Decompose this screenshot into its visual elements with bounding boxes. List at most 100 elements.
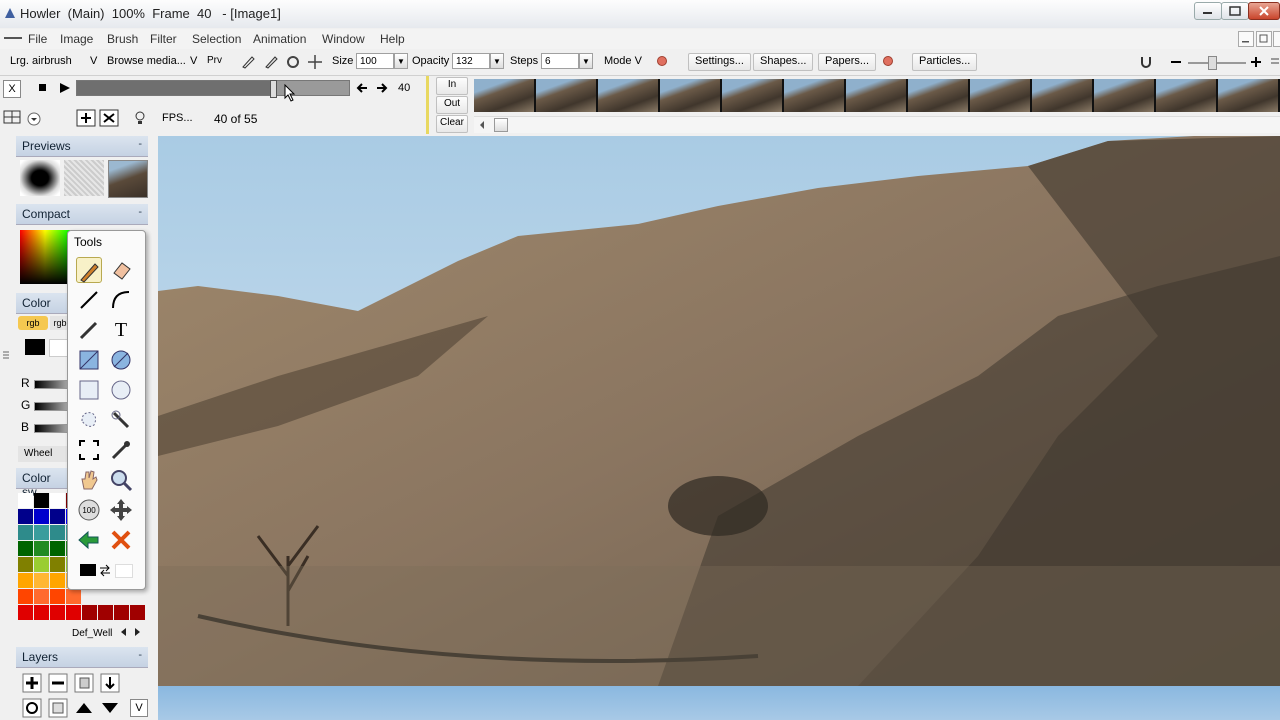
color-swatch[interactable] (34, 557, 49, 572)
color-swatch[interactable] (50, 557, 65, 572)
mdi-restore-button[interactable] (1256, 31, 1272, 47)
preview-button[interactable]: Prv (207, 55, 222, 66)
color-swatch[interactable] (50, 589, 65, 604)
scroll-thumb[interactable] (494, 118, 508, 132)
lasso-tool-icon[interactable] (76, 407, 102, 433)
film-frame[interactable] (1218, 79, 1280, 112)
size-field[interactable]: 100 (356, 53, 394, 69)
opacity-field[interactable]: 132 (452, 53, 490, 69)
curve-tool-icon[interactable] (108, 287, 134, 313)
zoom-out-icon[interactable] (1170, 54, 1182, 70)
steps-field[interactable]: 6 (541, 53, 579, 69)
color-swatch[interactable] (18, 557, 33, 572)
scroll-left-icon[interactable] (478, 120, 486, 130)
previews-collapse[interactable]: - (138, 138, 142, 150)
move-icon[interactable] (307, 54, 323, 70)
filmstrip-scrollbar[interactable] (474, 116, 1280, 133)
pencil-icon[interactable] (240, 54, 256, 70)
film-frame[interactable] (970, 79, 1032, 112)
eyedropper-tool-icon[interactable] (108, 437, 134, 463)
layers-header[interactable]: Layers - (16, 647, 148, 668)
color-header[interactable]: Color (16, 293, 68, 314)
reset-icon[interactable] (657, 56, 667, 66)
frame-slider-thumb[interactable] (269, 80, 277, 98)
minimize-button[interactable] (1194, 2, 1222, 20)
film-frame[interactable] (1094, 79, 1156, 112)
shapes-button[interactable]: Shapes... (753, 53, 814, 71)
undo-tool-icon[interactable] (76, 527, 102, 553)
menu-image[interactable]: Image (60, 32, 93, 46)
film-frame[interactable] (1156, 79, 1218, 112)
close-animation-button[interactable]: X (3, 80, 21, 98)
close-button[interactable] (1248, 2, 1280, 20)
eraser-tool-icon[interactable] (108, 257, 134, 283)
menu-animation[interactable]: Animation (253, 32, 306, 46)
swap-colors-icon[interactable] (98, 563, 112, 577)
frame-slider[interactable] (76, 80, 350, 98)
layer-down-icon[interactable] (100, 698, 120, 718)
color-swatch[interactable] (50, 493, 65, 508)
color-swatch[interactable] (34, 589, 49, 604)
rotate-layer-icon[interactable] (22, 698, 42, 718)
film-frame[interactable] (908, 79, 970, 112)
maximize-button[interactable] (1221, 2, 1249, 20)
film-frame[interactable] (598, 79, 660, 112)
color-swatches-header[interactable]: Color sw (16, 468, 68, 499)
size-dropdown[interactable]: ▼ (394, 53, 408, 69)
prev-frame-icon[interactable] (356, 82, 368, 94)
fps-button[interactable]: FPS... (162, 112, 193, 124)
compact-header[interactable]: Compact - (16, 204, 148, 225)
menu-filter[interactable]: Filter (150, 32, 177, 46)
color-swatch[interactable] (18, 509, 33, 524)
color-swatch[interactable] (98, 605, 113, 620)
zoom-slider[interactable] (1188, 62, 1246, 64)
film-frame[interactable] (660, 79, 722, 112)
ellipse-fill-tool-icon[interactable] (108, 347, 134, 373)
dropdown-circle-icon[interactable] (27, 112, 41, 126)
mdi-close-button[interactable] (1273, 31, 1280, 47)
magnet-icon[interactable] (1138, 54, 1154, 70)
color-swatch[interactable] (18, 525, 33, 540)
color-swatch[interactable] (50, 525, 65, 540)
merge-layer-icon[interactable] (100, 673, 120, 693)
next-frame-icon[interactable] (376, 82, 388, 94)
out-button[interactable]: Out (436, 96, 468, 114)
color-swatch[interactable] (18, 541, 33, 556)
primary-color-swatch[interactable] (25, 339, 45, 355)
layer-up-icon[interactable] (74, 698, 94, 718)
menu-window[interactable]: Window (322, 32, 365, 46)
zoom-in-icon[interactable] (1250, 54, 1262, 70)
particles-button[interactable]: Particles... (912, 53, 978, 71)
film-frame[interactable] (536, 79, 598, 112)
settings-button[interactable]: Settings... (688, 53, 751, 71)
move-tool-icon[interactable] (108, 497, 134, 523)
zoom-tool-icon[interactable] (108, 467, 134, 493)
film-frame[interactable] (846, 79, 908, 112)
film-frame[interactable] (784, 79, 846, 112)
lightbulb-icon[interactable] (134, 110, 146, 126)
tool-secondary-color[interactable] (115, 564, 133, 578)
color-swatch[interactable] (34, 605, 49, 620)
browse-media-button[interactable]: Browse media... (107, 55, 186, 67)
cancel-tool-icon[interactable] (108, 527, 134, 553)
brush-preview[interactable] (20, 160, 60, 196)
color-swatch[interactable] (82, 605, 97, 620)
color-swatch[interactable] (50, 509, 65, 524)
rectangle-fill-tool-icon[interactable] (76, 347, 102, 373)
paper-preview[interactable] (64, 160, 104, 196)
well-prev-icon[interactable] (119, 627, 129, 638)
actual-size-tool-icon[interactable]: 100 (76, 497, 102, 523)
grid-view-icon[interactable] (2, 109, 22, 127)
refresh-icon[interactable] (285, 54, 301, 70)
line-tool-icon[interactable] (76, 287, 102, 313)
color-swatch[interactable] (50, 541, 65, 556)
color-swatch[interactable] (18, 493, 33, 508)
hand-tool-icon[interactable] (76, 467, 102, 493)
color-swatch[interactable] (114, 605, 129, 620)
zoom-slider-thumb[interactable] (1208, 56, 1217, 70)
film-frame[interactable] (722, 79, 784, 112)
image-canvas[interactable] (158, 136, 1280, 686)
secondary-color-swatch[interactable] (49, 339, 69, 357)
color-swatch[interactable] (34, 509, 49, 524)
color-swatch[interactable] (66, 605, 81, 620)
